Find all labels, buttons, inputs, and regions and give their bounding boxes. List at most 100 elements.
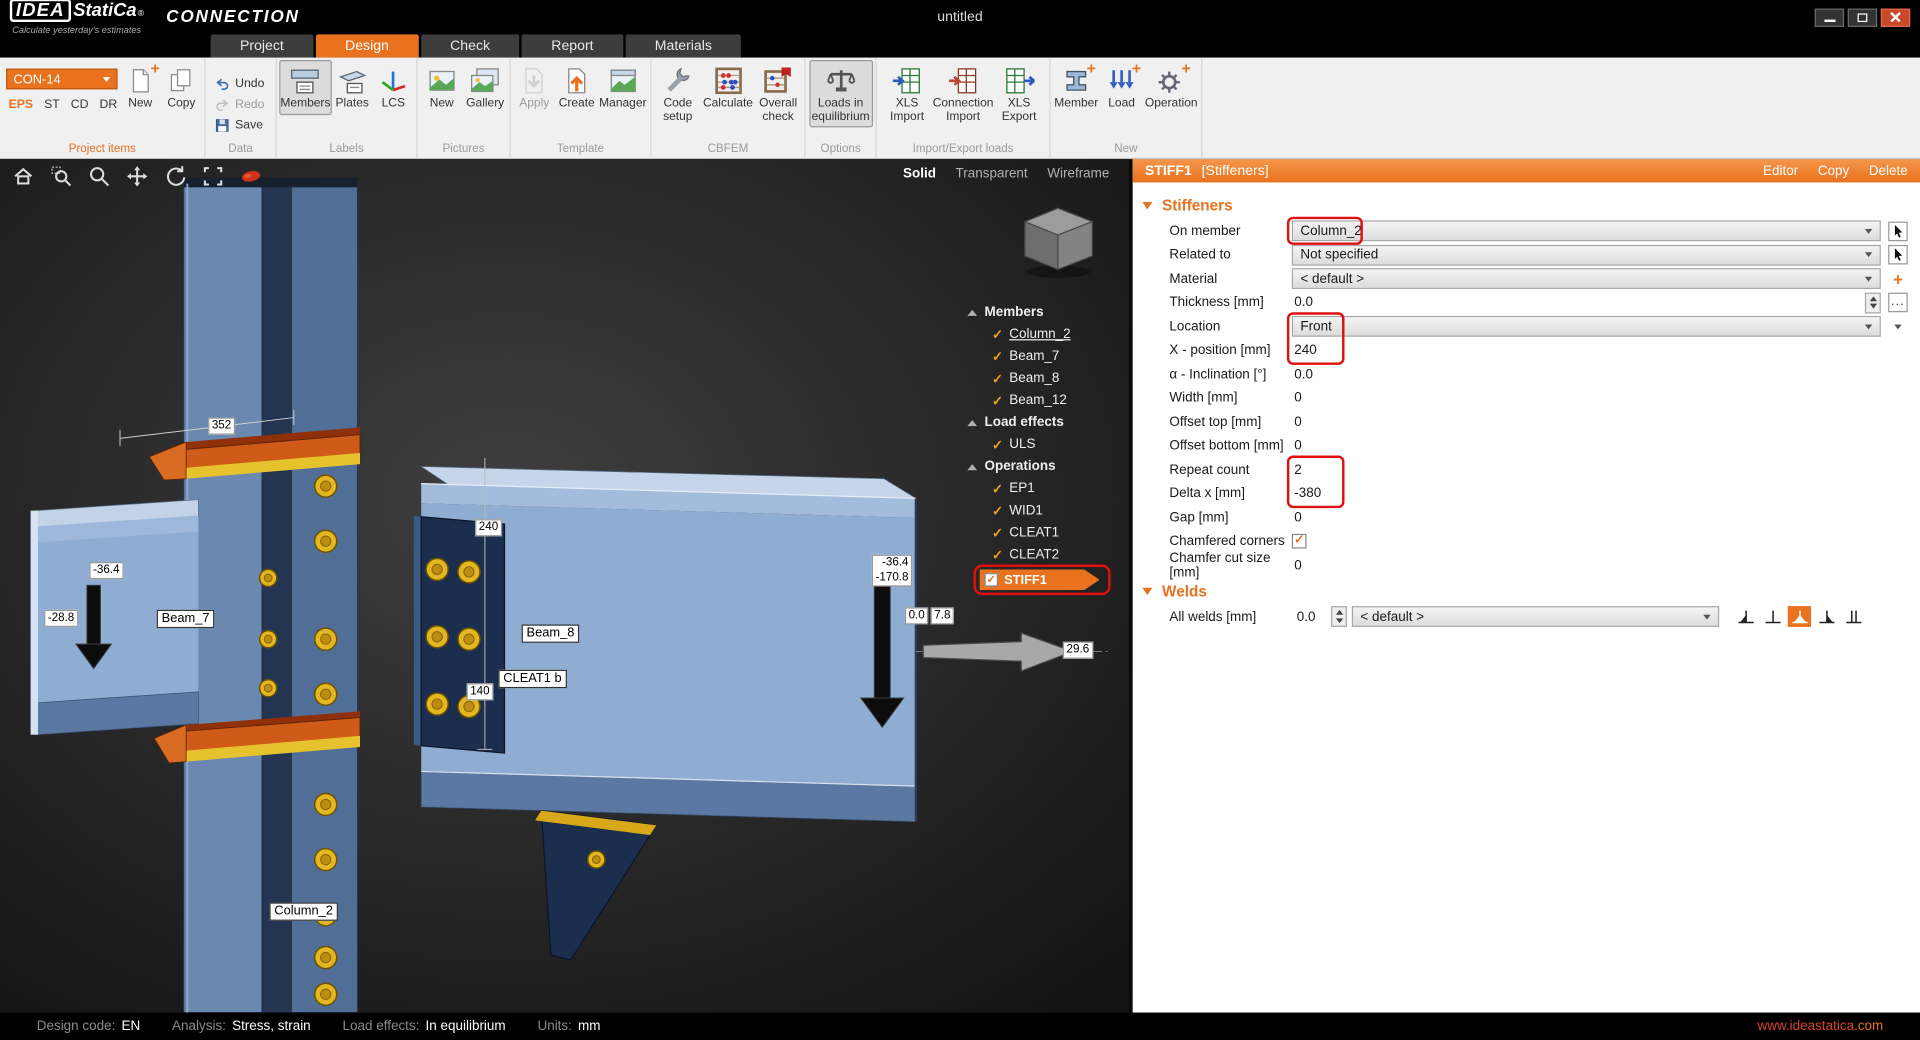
stiffeners-section-header[interactable]: Stiffeners (1133, 192, 1920, 219)
repeat-count-input[interactable]: 2 (1292, 463, 1302, 478)
check-icon[interactable] (992, 481, 1003, 497)
3d-scene[interactable] (0, 159, 1129, 1012)
tree-members-header[interactable]: Members (962, 301, 1124, 323)
units-value[interactable]: mm (578, 1019, 600, 1034)
code-setup-button[interactable]: Code setup (654, 60, 702, 127)
thickness-more-button[interactable] (1888, 293, 1908, 313)
copy-operation-button[interactable]: Copy (1818, 163, 1849, 178)
gap-input[interactable]: 0 (1292, 510, 1302, 525)
loads-in-equilibrium-button[interactable]: Loads in equilibrium (809, 60, 873, 127)
stiff1-checkbox[interactable] (984, 573, 997, 586)
tree-load-effects-header[interactable]: Load effects (962, 411, 1124, 433)
tab-project[interactable]: Project (211, 34, 314, 57)
location-dropdown[interactable]: Front (1292, 316, 1881, 337)
home-view-button[interactable] (10, 163, 37, 190)
tree-item-beam12[interactable]: Beam_12 (962, 389, 1124, 411)
delete-operation-button[interactable]: Delete (1869, 163, 1908, 178)
connection-import-button[interactable]: Connection Import (935, 60, 991, 127)
tree-item-cleat1[interactable]: CLEAT1 (962, 522, 1124, 544)
check-icon[interactable] (992, 326, 1003, 342)
add-material-button[interactable] (1888, 269, 1908, 289)
chamfered-corners-checkbox[interactable] (1292, 534, 1307, 549)
new-item-button[interactable]: New (120, 60, 161, 114)
location-options-button[interactable] (1888, 317, 1908, 337)
connection-item-selector[interactable]: CON-14 (6, 69, 117, 90)
pan-button[interactable] (124, 163, 151, 190)
pick-member-button[interactable] (1888, 221, 1908, 241)
members-labels-button[interactable]: Members (279, 60, 331, 114)
thickness-input[interactable]: 0.0 (1292, 295, 1313, 310)
load-effects-value[interactable]: In equilibrium (426, 1019, 506, 1034)
minimize-button[interactable] (1815, 8, 1844, 26)
check-icon[interactable] (992, 503, 1003, 519)
offset-top-input[interactable]: 0 (1292, 415, 1302, 430)
close-button[interactable] (1881, 8, 1910, 26)
apply-template-button[interactable]: Apply (513, 60, 555, 114)
pick-related-button[interactable] (1888, 245, 1908, 265)
weld-size-input[interactable]: 0.0 (1297, 609, 1326, 624)
new-load-button[interactable]: Load (1100, 60, 1144, 114)
3d-viewport[interactable]: Solid Transparent Wireframe Beam_7 Beam_… (0, 159, 1129, 1012)
xls-export-button[interactable]: XLS Export (991, 60, 1047, 127)
save-button[interactable]: Save (208, 116, 273, 134)
weld-type-double-button[interactable] (1842, 606, 1865, 627)
design-code-value[interactable]: EN (121, 1019, 140, 1034)
mode-transparent[interactable]: Transparent (956, 167, 1028, 182)
delta-x-input[interactable]: -380 (1292, 486, 1321, 501)
zoom-fit-button[interactable] (200, 163, 227, 190)
editor-button[interactable]: Editor (1763, 163, 1798, 178)
new-picture-button[interactable]: New (420, 60, 463, 114)
new-operation-button[interactable]: Operation (1144, 60, 1199, 114)
offset-bottom-input[interactable]: 0 (1292, 439, 1302, 454)
code-st[interactable]: ST (44, 98, 60, 111)
tree-item-cleat2[interactable]: CLEAT2 (962, 544, 1124, 566)
analysis-value[interactable]: Stress, strain (232, 1019, 311, 1034)
zoom-button[interactable] (86, 163, 113, 190)
tree-item-column2[interactable]: Column_2 (962, 323, 1124, 345)
overall-check-button[interactable]: Overall check (754, 60, 802, 127)
create-template-button[interactable]: Create (555, 60, 597, 114)
check-icon[interactable] (992, 392, 1003, 408)
chamfer-cut-size-input[interactable]: 0 (1292, 558, 1302, 573)
lcs-labels-button[interactable]: LCS (373, 60, 414, 114)
weld-size-spinner[interactable] (1331, 606, 1347, 627)
selected-operation-highlight[interactable]: STIFF1 (980, 569, 1100, 590)
zoom-window-button[interactable] (48, 163, 75, 190)
weld-type-plain-button[interactable] (1761, 606, 1784, 627)
calculate-button[interactable]: Calculate (702, 60, 754, 114)
tab-materials[interactable]: Materials (625, 34, 741, 57)
on-member-dropdown[interactable]: Column_2 (1292, 221, 1881, 242)
thickness-spinner[interactable] (1865, 292, 1881, 313)
tree-item-ep1[interactable]: EP1 (962, 478, 1124, 500)
code-cd[interactable]: CD (71, 98, 89, 111)
weld-type-left-button[interactable] (1734, 606, 1757, 627)
redraw-indicator-button[interactable] (238, 163, 265, 190)
weld-type-both-button-active[interactable] (1788, 606, 1811, 627)
website-link[interactable]: www.ideastatica.com (1757, 1019, 1883, 1034)
tree-item-beam7[interactable]: Beam_7 (962, 345, 1124, 367)
tree-item-stiff1-selected[interactable]: STIFF1 (977, 568, 1124, 595)
check-icon[interactable] (992, 525, 1003, 541)
x-position-input[interactable]: 240 (1292, 343, 1317, 358)
code-eps[interactable]: EPS (9, 98, 34, 111)
related-to-dropdown[interactable]: Not specified (1292, 245, 1881, 266)
weld-type-right-button[interactable] (1815, 606, 1838, 627)
tab-report[interactable]: Report (522, 34, 623, 57)
undo-button[interactable]: Undo (208, 74, 273, 92)
mode-solid[interactable]: Solid (903, 167, 936, 182)
rotate-button[interactable] (162, 163, 189, 190)
gallery-button[interactable]: Gallery (463, 60, 506, 114)
plates-labels-button[interactable]: Plates (332, 60, 373, 114)
check-icon[interactable] (992, 370, 1003, 386)
maximize-button[interactable] (1848, 8, 1877, 26)
xls-import-button[interactable]: XLS Import (879, 60, 935, 127)
check-icon[interactable] (992, 437, 1003, 453)
redo-button[interactable]: Redo (208, 95, 273, 113)
width-input[interactable]: 0 (1292, 391, 1302, 406)
inclination-input[interactable]: 0.0 (1292, 367, 1313, 382)
material-dropdown[interactable]: < default > (1292, 268, 1881, 289)
tab-check[interactable]: Check (421, 34, 520, 57)
tab-design[interactable]: Design (316, 34, 419, 57)
new-member-button[interactable]: Member (1053, 60, 1099, 114)
check-icon[interactable] (992, 547, 1003, 563)
